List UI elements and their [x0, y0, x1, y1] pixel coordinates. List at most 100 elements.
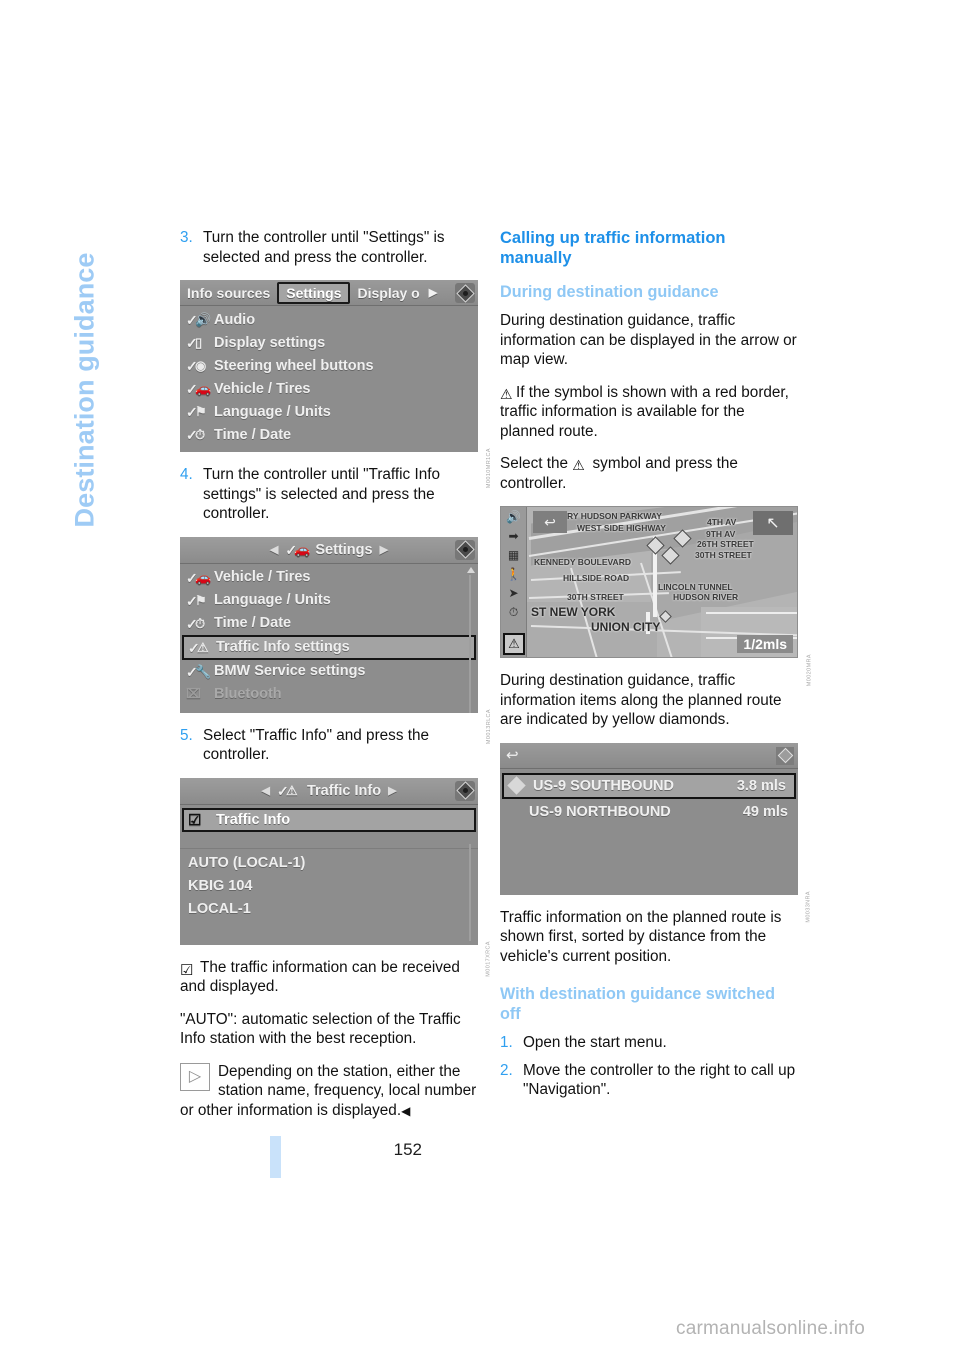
traffic-item-distance: 3.8 mls	[736, 777, 786, 794]
check-flag-icon: ✓ ⚑	[186, 404, 207, 420]
figure-settings-menu: Info sources Settings Display o ▶ ✓ 🔊 Aud…	[180, 280, 492, 488]
return-arrow-icon[interactable]: ↩	[533, 511, 567, 533]
list-item[interactable]: ✓ ⚑ Language / Units	[180, 589, 478, 612]
list-item-label: Language / Units	[214, 592, 331, 608]
page-footer: 152	[180, 1136, 480, 1184]
prev-arrow-icon[interactable]: ◀	[254, 784, 276, 797]
figure-settings-submenu: ◀ ✓ 🚗 Settings ▶ ✓ 🚗 Vehicle / Tires ✓ ⚑ La…	[180, 536, 492, 744]
next-arrow-icon[interactable]: ▶	[373, 543, 395, 556]
checkbox-row-traffic-info[interactable]: ☑ Traffic Info	[182, 807, 476, 832]
traffic-item-name: US-9 SOUTHBOUND	[533, 777, 674, 794]
next-arrow-icon[interactable]: ▶	[381, 784, 403, 797]
pedestrian-icon[interactable]: 🚶	[506, 568, 521, 581]
list-item[interactable]: ✓ ⏱ Time / Date	[180, 612, 478, 635]
figure-reference-code: M0020MRA	[806, 654, 812, 687]
paragraph-yellow-diamonds: During destination guidance, traffic inf…	[500, 672, 782, 728]
list-item[interactable]: ⌧ Bluetooth	[180, 683, 478, 706]
idrive-header: ◀ ✓ ⚠ Traffic Info ▶	[180, 777, 478, 805]
back-arrow-icon[interactable]: ↩	[506, 746, 519, 764]
list-item-station[interactable]: LOCAL-1	[180, 898, 478, 921]
tab-display-options[interactable]: Display o	[350, 285, 426, 301]
step-4-text: Turn the controller until "Traffic Info …	[203, 466, 440, 522]
map-label-city: UNION CITY	[591, 620, 661, 634]
list-item-label: Vehicle / Tires	[214, 380, 311, 397]
list-item-label: Time / Date	[214, 426, 292, 443]
list-item[interactable]: ✓ 🚗 Vehicle / Tires	[180, 566, 478, 589]
check-speaker-icon: ✓ 🔊	[186, 312, 212, 328]
checkbox-checked-icon[interactable]: ☑	[188, 811, 216, 829]
list-item[interactable]: ✓ ◉ Steering wheel buttons	[180, 354, 478, 377]
list-item[interactable]: ✓ ⚑ Language / Units	[180, 400, 478, 423]
scrollbar-track[interactable]	[469, 843, 471, 941]
step-1-number: 1.	[500, 1034, 513, 1051]
tab-next-arrow-icon[interactable]: ▶	[427, 286, 439, 299]
check-clock-icon: ✓ ⏱	[186, 615, 206, 632]
map-road	[706, 612, 797, 614]
note-depending-block: ▷ Depending on the station, either the st…	[180, 1062, 478, 1122]
list-item-station[interactable]: KBIG 104	[180, 875, 478, 898]
arrow-dot-icon[interactable]: ➡	[508, 530, 518, 543]
scrollbar[interactable]	[467, 843, 473, 941]
idrive-header: ◀ ✓ 🚗 Settings ▶	[180, 536, 478, 564]
warning-triangle-icon[interactable]: ⚠	[503, 633, 525, 655]
list-item-label: Time / Date	[214, 615, 292, 631]
figure-traffic-item-list: ↩ US-9 SOUTHBOUND 3.8 mls US-9 NORTHBOUN…	[500, 742, 812, 922]
station-label: KBIG 104	[188, 878, 253, 894]
direction-arrow-icon[interactable]: ↖	[753, 511, 793, 535]
traffic-item-distance: 49 mls	[742, 803, 788, 820]
clock-icon[interactable]: ⏱	[509, 606, 518, 619]
compass-arrow-icon[interactable]: ➤	[508, 587, 518, 600]
list-item-label: Vehicle / Tires	[214, 569, 311, 585]
speaker-icon[interactable]: 🔊	[506, 511, 521, 524]
table-row[interactable]: US-9 NORTHBOUND 49 mls	[500, 800, 798, 824]
idrive-screen-settings: Info sources Settings Display o ▶ ✓ 🔊 Aud…	[180, 280, 478, 452]
section-heading: Calling up traffic information manually	[500, 229, 726, 267]
idrive-header-title: Traffic Info	[306, 782, 382, 799]
map-scale-label: 1/2mls	[737, 635, 793, 653]
map-label: 4TH AV	[707, 517, 737, 527]
warning-triangle-icon: ⚠	[500, 385, 513, 402]
scrollbar[interactable]	[467, 566, 475, 713]
note-depending-text: Depending on the station, either the sta…	[180, 1062, 477, 1119]
list-item[interactable]: ✓ ▯ Display settings	[180, 331, 478, 354]
list-item-label: Display settings	[214, 334, 326, 351]
list-item[interactable]: ✓ 🚗 Vehicle / Tires	[180, 377, 478, 400]
list-item[interactable]: ✓ ⏱ Time / Date	[180, 423, 478, 446]
bluetooth-icon: ⌧	[186, 686, 201, 701]
step-3-number: 3.	[180, 229, 193, 246]
check-service-icon: ✓ 🔧	[186, 663, 212, 680]
paragraph-red-border-note: ⚠ If the symbol is shown with a red borde…	[500, 383, 798, 442]
list-item-label: Audio	[214, 311, 256, 328]
figure-reference-code: M0017XRCA	[486, 940, 492, 977]
navigation-map[interactable]: RY HUDSON PARKWAY WEST SIDE HIGHWAY 4TH …	[500, 506, 798, 658]
controller-knob-icon	[455, 283, 475, 303]
checkbox-label: Traffic Info	[216, 811, 291, 828]
scroll-up-arrow-icon[interactable]	[467, 566, 475, 573]
traffic-item-name: US-9 NORTHBOUND	[529, 803, 671, 820]
table-row[interactable]: US-9 SOUTHBOUND 3.8 mls	[502, 772, 796, 799]
map-label: 9TH AV	[706, 529, 736, 539]
list-item-label: BMW Service settings	[214, 663, 366, 679]
map-label: 26TH STREET	[697, 539, 754, 549]
paragraph-sorted-by-distance: Traffic information on the planned route…	[500, 908, 782, 965]
keypad-icon[interactable]: ▦	[508, 549, 519, 562]
yellow-diamond-icon	[507, 776, 526, 795]
step-4-number: 4.	[180, 466, 193, 483]
check-warning-icon: ✓ ⚠	[276, 783, 298, 799]
map-label: HILLSIDE ROAD	[563, 573, 630, 583]
check-steering-wheel-icon: ✓ ◉	[186, 358, 207, 374]
list-item-traffic-info-settings[interactable]: ✓ ⚠ Traffic Info settings	[182, 634, 476, 660]
step-1-text: Open the start menu.	[523, 1034, 667, 1051]
controller-knob-icon	[776, 746, 794, 765]
station-label: LOCAL-1	[188, 901, 251, 917]
end-of-section-marker: ◀	[401, 1103, 411, 1118]
tab-settings[interactable]: Settings	[277, 281, 351, 304]
list-item[interactable]: ✓ 🔊 Audio	[180, 308, 478, 331]
tab-info-sources[interactable]: Info sources	[180, 285, 277, 301]
list-item-station[interactable]: AUTO (LOCAL-1)	[180, 852, 478, 875]
figure-reference-code: M0010MR1CA	[486, 448, 492, 489]
list-item[interactable]: ✓ 🔧 BMW Service settings	[180, 660, 478, 683]
scrollbar-track[interactable]	[469, 574, 471, 713]
prev-arrow-icon[interactable]: ◀	[263, 543, 285, 556]
